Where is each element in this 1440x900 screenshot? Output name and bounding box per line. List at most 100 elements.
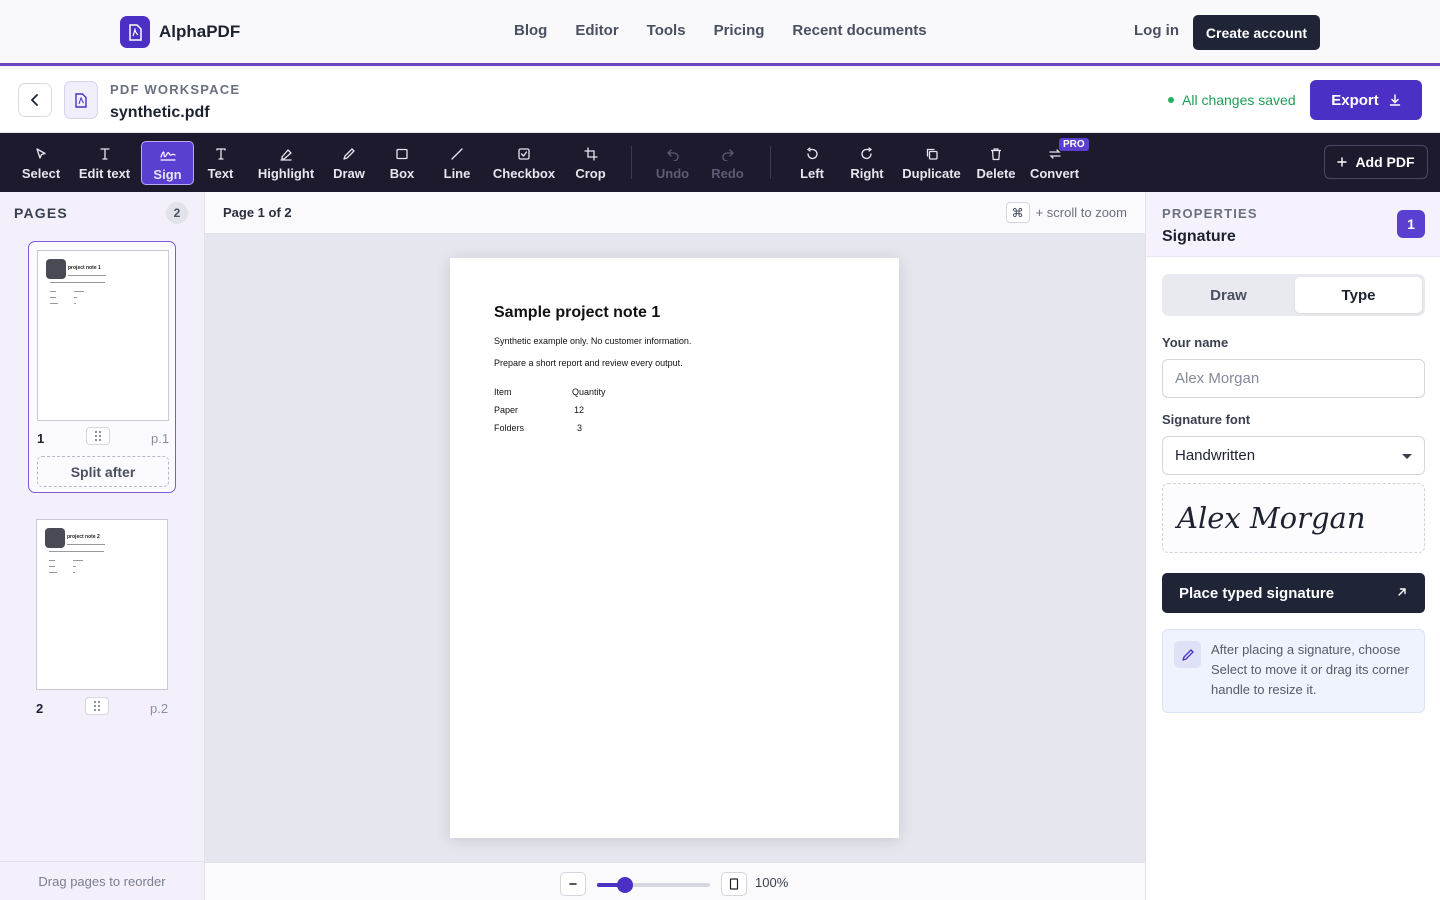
tool-label: Convert: [1029, 166, 1080, 181]
back-button[interactable]: [18, 83, 52, 117]
pencil-icon: [1174, 641, 1201, 668]
signature-font-select[interactable]: Handwritten: [1162, 436, 1425, 475]
rotate-right-icon: [861, 147, 873, 160]
tool-line[interactable]: Line: [429, 141, 485, 185]
page-card-2[interactable]: project note 2 2 p.2: [28, 511, 176, 721]
properties-kicker: PROPERTIES: [1162, 206, 1258, 221]
nav-link-editor[interactable]: Editor: [561, 22, 632, 39]
table-header: Quantity: [572, 387, 606, 397]
properties-panel: PROPERTIES Signature 1 Draw Type Your na…: [1145, 192, 1440, 900]
editor-toolbar: Select Edit text Sign Text Highlight Dra…: [0, 133, 1440, 192]
thumbnail-line: [49, 560, 55, 561]
tool-label: Sign: [153, 167, 182, 182]
nav-link-recent-documents[interactable]: Recent documents: [778, 22, 940, 39]
zoom-slider-handle[interactable]: [617, 877, 634, 893]
pdf-page[interactable]: Sample project note 1 Synthetic example …: [450, 258, 899, 838]
save-status-text: All changes saved: [1182, 92, 1296, 108]
brand[interactable]: AlphaPDF: [120, 16, 240, 48]
drag-handle-icon[interactable]: [85, 697, 109, 715]
thumbnail-line: [74, 303, 76, 304]
tool-label: Checkbox: [492, 166, 556, 181]
main-nav: Blog Editor Tools Pricing Recent documen…: [500, 22, 941, 39]
add-pdf-button[interactable]: Add PDF: [1324, 145, 1428, 179]
signature-tip: After placing a signature, choose Select…: [1162, 629, 1425, 713]
plus-icon: [1337, 157, 1348, 167]
copy-icon: [926, 148, 938, 160]
mode-draw-tab[interactable]: Draw: [1165, 277, 1292, 313]
zoom-slider[interactable]: [597, 877, 710, 893]
tool-label: Redo: [711, 166, 744, 181]
page-card-1[interactable]: project note 1 1 p.1 Split after: [28, 241, 176, 493]
document-canvas[interactable]: Sample project note 1 Synthetic example …: [205, 234, 1145, 862]
tool-rotate-right[interactable]: Right: [840, 141, 894, 185]
page-tools: Left Right Duplicate Delete Convert PRO: [784, 138, 1089, 186]
tool-duplicate[interactable]: Duplicate: [894, 141, 969, 185]
tool-highlight[interactable]: Highlight: [249, 141, 323, 185]
text-cursor-icon: [99, 148, 110, 160]
tool-label: Draw: [333, 166, 365, 181]
page-thumbnail[interactable]: project note 2: [36, 519, 168, 690]
nav-link-tools[interactable]: Tools: [633, 22, 700, 39]
page-indicator: Page 1 of 2: [223, 205, 292, 220]
thumbnail-line: [73, 572, 75, 573]
thumbnail-line: [68, 275, 106, 276]
fit-page-button[interactable]: [721, 872, 747, 896]
tool-edit-text[interactable]: Edit text: [70, 141, 139, 185]
font-field-label: Signature font: [1162, 412, 1251, 427]
table-cell: Folders: [494, 423, 525, 433]
page-number: 2: [36, 701, 44, 716]
nav-link-pricing[interactable]: Pricing: [700, 22, 779, 39]
page-label: p.2: [150, 701, 169, 716]
top-nav: AlphaPDF Blog Editor Tools Pricing Recen…: [0, 0, 1440, 66]
tool-select[interactable]: Select: [14, 141, 68, 185]
tool-checkbox[interactable]: Checkbox: [485, 141, 563, 185]
trash-icon: [991, 148, 1001, 161]
thumbnail-line: [49, 566, 55, 567]
thumbnail-line: [50, 291, 56, 292]
login-link[interactable]: Log in: [1134, 22, 1179, 39]
tool-delete[interactable]: Delete: [969, 141, 1023, 185]
thumbnail-line: [67, 544, 105, 545]
tool-text[interactable]: Text: [194, 141, 247, 185]
thumbnail-line: [50, 297, 56, 298]
signature-tip-text: After placing a signature, choose Select…: [1211, 642, 1409, 697]
tool-undo[interactable]: Undo: [645, 141, 700, 185]
thumbnail-title: project note 2: [67, 534, 100, 540]
thumbnail-line: [74, 297, 77, 298]
tool-label: Highlight: [257, 166, 315, 181]
tool-convert[interactable]: Convert PRO: [1023, 138, 1089, 185]
download-icon: [1389, 94, 1400, 106]
split-after-button[interactable]: Split after: [37, 456, 169, 487]
create-account-button[interactable]: Create account: [1193, 15, 1320, 50]
nav-link-blog[interactable]: Blog: [500, 22, 561, 39]
zoom-out-button[interactable]: [560, 872, 586, 896]
page-label: p.1: [151, 431, 170, 446]
arrow-up-right-icon: [1398, 588, 1406, 596]
export-label: Export: [1331, 91, 1379, 109]
document-line: Synthetic example only. No customer info…: [494, 336, 692, 346]
toolbar-divider: [631, 146, 632, 179]
tool-label: Crop: [575, 166, 606, 181]
canvas-header: Page 1 of 2 ⌘ + scroll to zoom: [205, 192, 1145, 234]
page-thumbnail[interactable]: project note 1: [37, 250, 169, 421]
tool-crop[interactable]: Crop: [563, 141, 618, 185]
mode-type-tab[interactable]: Type: [1295, 277, 1422, 313]
drag-handle-icon[interactable]: [86, 427, 110, 445]
signature-icon: [159, 151, 176, 161]
save-status: All changes saved: [1168, 92, 1296, 108]
properties-header: PROPERTIES Signature 1: [1146, 192, 1440, 257]
highlighter-icon: [280, 149, 292, 161]
tool-redo[interactable]: Redo: [700, 141, 755, 185]
table-cell: 12: [574, 405, 585, 415]
tool-sign[interactable]: Sign: [141, 141, 194, 185]
tool-label: Text: [207, 166, 234, 181]
place-signature-button[interactable]: Place typed signature: [1162, 573, 1425, 613]
name-input[interactable]: [1162, 359, 1425, 398]
workspace-kicker: PDF WORKSPACE: [110, 82, 241, 97]
table-cell: 3: [577, 423, 583, 433]
tool-rotate-left[interactable]: Left: [784, 141, 840, 185]
tool-draw[interactable]: Draw: [323, 141, 375, 185]
tool-box[interactable]: Box: [375, 141, 429, 185]
export-button[interactable]: Export: [1310, 80, 1422, 120]
zoom-hint-text: + scroll to zoom: [1035, 205, 1127, 220]
